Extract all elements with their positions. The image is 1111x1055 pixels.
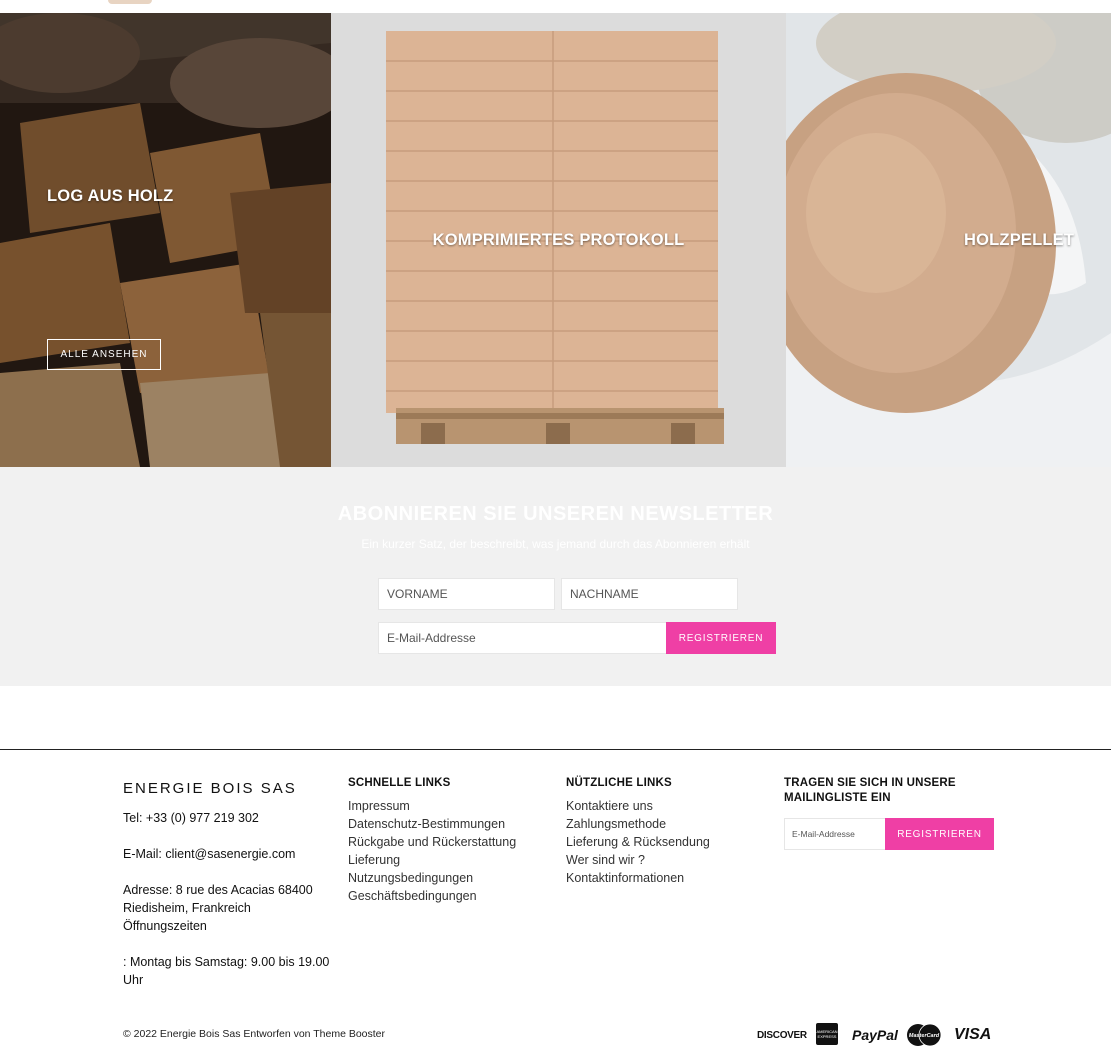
category-title[interactable]: HOLZPELLET [964,231,1074,250]
copyright-text: © 2022 Energie Bois Sas Entworfen von Th… [123,1028,386,1040]
brand-address: Adresse: 8 rue des Acacias 68400 Riedish… [123,883,313,933]
amex-label: AMERICAN EXPRESS [816,1029,838,1039]
top-strip [0,0,1111,13]
last-name-input[interactable] [561,578,738,610]
quick-link-returns[interactable]: Rückgabe und Rückerstattung [348,833,548,851]
mailing-heading: TRAGEN SIE SICH IN UNSERE MAILINGLISTE E… [784,777,956,804]
quick-links: SCHNELLE LINKS Impressum Datenschutz-Bes… [348,776,548,905]
view-all-button[interactable]: ALLE ANSEHEN [47,339,161,370]
footer-divider [0,749,1111,750]
quick-link-impressum[interactable]: Impressum [348,797,548,815]
mailing-email-input[interactable] [784,818,886,850]
category-banner-wood-pellets[interactable]: HOLZPELLET [786,13,1111,467]
mailing-form: REGISTRIEREN [784,818,999,850]
quick-link-terms-of-use[interactable]: Nutzungsbedingungen [348,869,548,887]
mailing-register-button[interactable]: REGISTRIEREN [885,818,994,850]
newsletter-section: ABONNIEREN SIE UNSEREN NEWSLETTER Ein ku… [0,467,1111,686]
mailing-list: TRAGEN SIE SICH IN UNSERE MAILINGLISTE E… [784,776,999,850]
useful-links-heading: NÜTZLICHE LINKS [566,777,672,789]
firewood-image [0,13,331,467]
discover-icon: DISCOVER [757,1029,807,1041]
category-banner-firewood[interactable]: LOG AUS HOLZ ALLE ANSEHEN [0,13,331,467]
quick-link-privacy[interactable]: Datenschutz-Bestimmungen [348,815,548,833]
first-name-input[interactable] [378,578,555,610]
newsletter-subtitle: Ein kurzer Satz, der beschreibt, was jem… [361,537,750,551]
newsletter-title: ABONNIEREN SIE UNSEREN NEWSLETTER [337,503,774,525]
newsletter-register-button[interactable]: REGISTRIEREN [666,622,776,654]
useful-link-shipping-returns[interactable]: Lieferung & Rücksendung [566,833,766,851]
mastercard-label: MasterCard [909,1033,940,1039]
useful-link-contact-info[interactable]: Kontaktinformationen [566,869,766,887]
brand-phone: Tel: +33 (0) 977 219 302 [123,811,259,825]
newsletter-email-input[interactable] [378,622,667,654]
quick-links-heading: SCHNELLE LINKS [348,777,451,789]
useful-links: NÜTZLICHE LINKS Kontaktiere uns Zahlungs… [566,776,766,887]
visa-icon: VISA [954,1026,992,1043]
logo-fragment [108,0,152,4]
useful-link-contact[interactable]: Kontaktiere uns [566,797,766,815]
category-title[interactable]: LOG AUS HOLZ [47,187,173,206]
brand-hours: : Montag bis Samstag: 9.00 bis 19.00 Uhr [123,955,330,987]
quick-link-delivery[interactable]: Lieferung [348,851,548,869]
footer-brand: ENERGIE BOIS SAS Tel: +33 (0) 977 219 30… [123,776,333,989]
mastercard-icon: MasterCard [905,1022,943,1048]
category-banner-compressed-logs[interactable]: KOMPRIMIERTES PROTOKOLL [331,13,786,467]
useful-link-payment[interactable]: Zahlungsmethode [566,815,766,833]
amex-icon: AMERICAN EXPRESS [816,1023,838,1045]
category-title[interactable]: KOMPRIMIERTES PROTOKOLL [331,231,786,250]
quick-link-business-terms[interactable]: Geschäftsbedingungen [348,887,548,905]
useful-link-about[interactable]: Wer sind wir ? [566,851,766,869]
brand-name: ENERGIE BOIS SAS [123,780,297,797]
paypal-icon: PayPal [852,1027,898,1043]
brand-email: E-Mail: client@sasenergie.com [123,847,296,861]
